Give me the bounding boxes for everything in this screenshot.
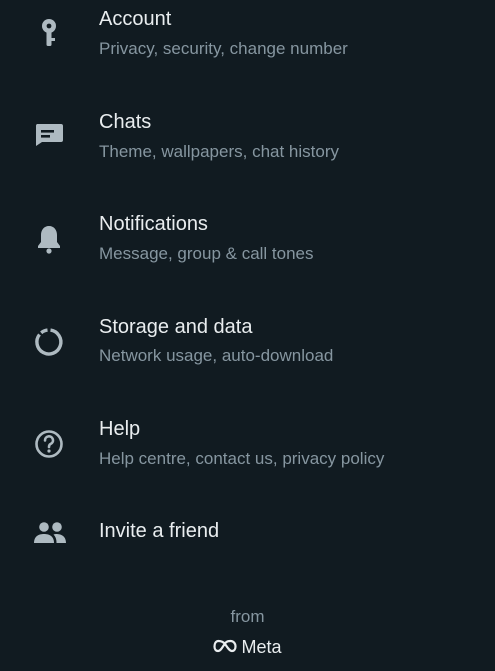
settings-item-title: Help xyxy=(99,418,141,440)
settings-item-invite[interactable]: Invite a friend xyxy=(0,510,495,570)
bell-icon xyxy=(32,222,66,256)
footer-from-label: from xyxy=(230,607,265,626)
settings-item-subtitle: Message, group & call tones xyxy=(99,244,314,263)
settings-item-title: Notifications xyxy=(99,213,208,235)
settings-item-chats[interactable]: Chats Theme, wallpapers, chat history xyxy=(0,100,495,196)
settings-item-title: Storage and data xyxy=(99,316,253,338)
settings-item-subtitle: Help centre, contact us, privacy policy xyxy=(99,449,385,468)
storage-icon xyxy=(32,325,66,359)
help-icon xyxy=(32,427,66,461)
settings-item-help[interactable]: Help Help centre, contact us, privacy po… xyxy=(0,407,495,503)
settings-item-subtitle: Privacy, security, change number xyxy=(99,39,348,58)
meta-infinity-icon xyxy=(213,637,238,658)
footer-brand: Meta xyxy=(0,637,495,658)
settings-item-storage[interactable]: Storage and data Network usage, auto-dow… xyxy=(0,305,495,401)
people-icon xyxy=(32,516,68,550)
key-icon xyxy=(32,16,66,50)
settings-item-account[interactable]: Account Privacy, security, change number xyxy=(0,0,495,96)
footer-brand-name: Meta xyxy=(241,637,282,657)
settings-item-subtitle: Network usage, auto-download xyxy=(99,346,334,365)
settings-item-title: Account xyxy=(99,8,172,30)
settings-item-notifications[interactable]: Notifications Message, group & call tone… xyxy=(0,202,495,298)
settings-item-subtitle: Theme, wallpapers, chat history xyxy=(99,142,339,161)
settings-item-title: Chats xyxy=(99,111,152,133)
chat-icon xyxy=(32,118,66,152)
settings-item-title: Invite a friend xyxy=(99,520,220,542)
